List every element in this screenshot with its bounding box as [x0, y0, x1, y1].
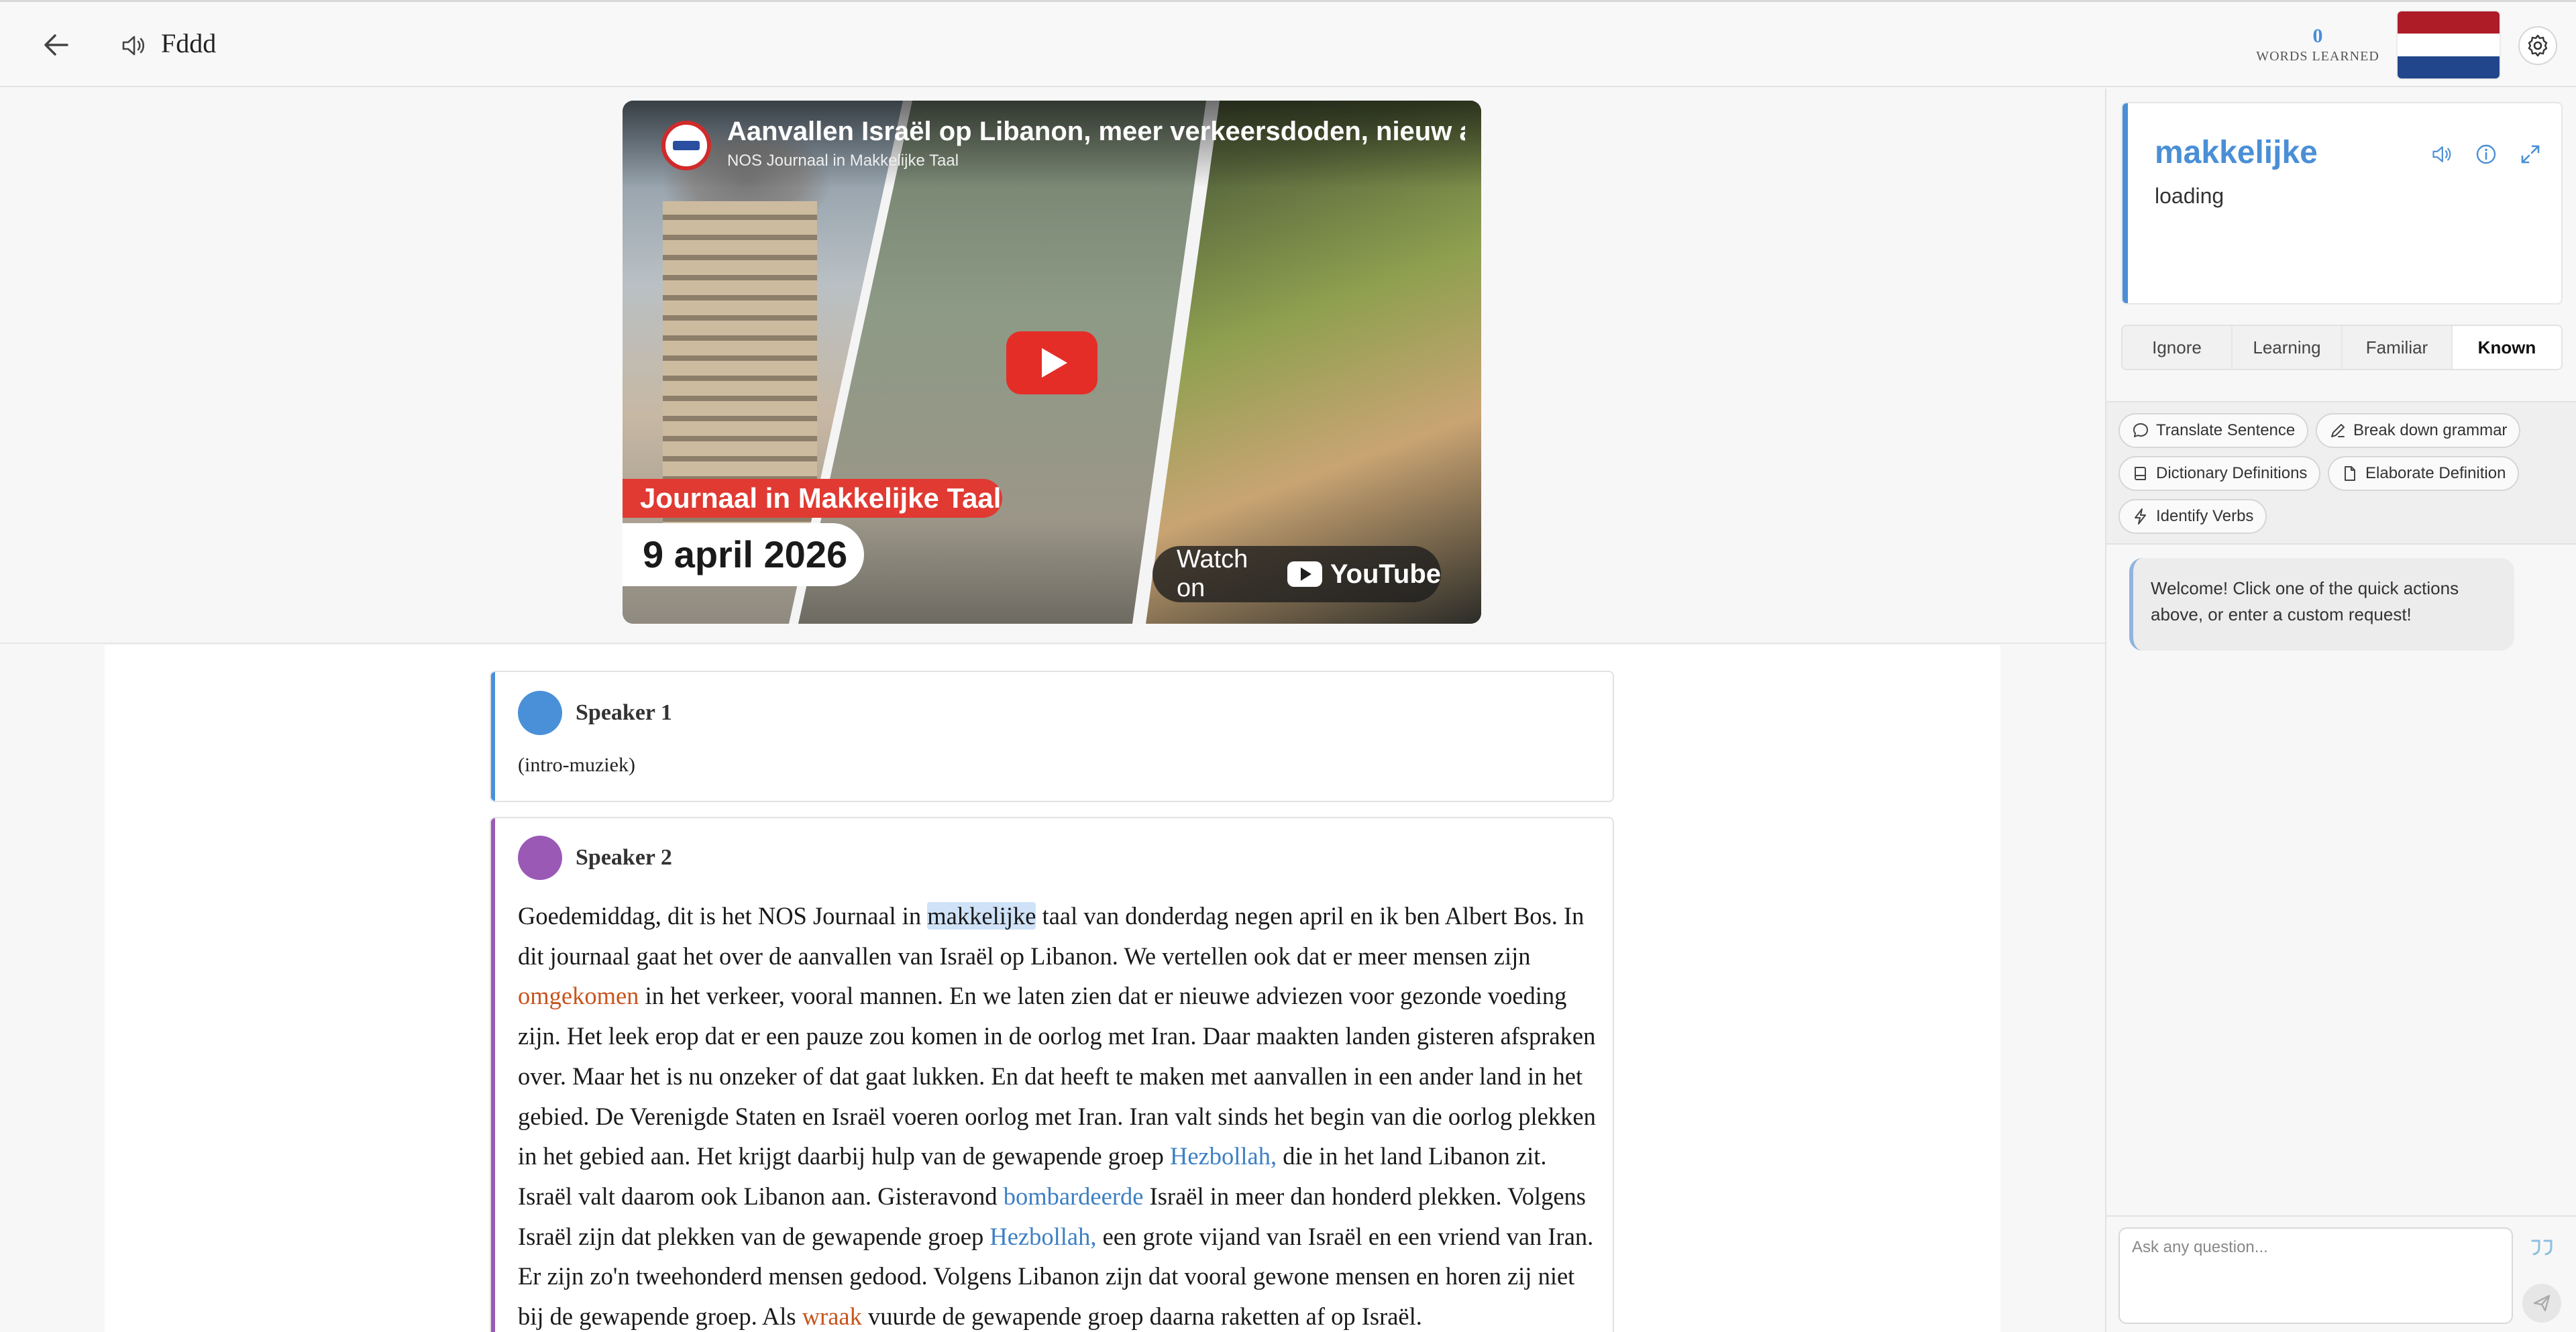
speaker-name: Speaker 2 — [576, 845, 672, 870]
speaker-avatar — [518, 691, 562, 735]
pronounce-button[interactable] — [2427, 140, 2457, 169]
flag-stripe-blue — [2398, 56, 2500, 78]
elaborate-definition-button[interactable]: Elaborate Definition — [2328, 456, 2520, 491]
speaker-header: Speaker 2 — [518, 836, 672, 880]
word-status-selector: Ignore Learning Familiar Known — [2121, 325, 2563, 370]
chat-bubble-icon — [2133, 423, 2148, 437]
transcript-text: (intro-muziek) — [518, 754, 635, 776]
status-learning-button[interactable]: Learning — [2233, 326, 2343, 369]
settings-button[interactable] — [2518, 26, 2557, 65]
highlighted-word-token[interactable]: Hezbollah, — [1170, 1142, 1277, 1170]
expand-button[interactable] — [2516, 140, 2545, 169]
quote-icon — [2531, 1239, 2553, 1256]
arrow-left-icon — [44, 34, 68, 56]
document-icon — [2345, 466, 2355, 481]
status-known-button[interactable]: Known — [2453, 326, 2561, 369]
highlighted-word-token[interactable]: bombardeerde — [1004, 1182, 1144, 1210]
transcript-text: Goedemiddag, dit is het NOS Journaal in … — [518, 902, 1596, 1331]
back-button[interactable] — [39, 30, 74, 60]
speaker-card: Speaker 1 (intro-muziek) — [490, 671, 1614, 802]
words-learned-count: 0 — [2312, 25, 2323, 47]
book-icon — [2135, 467, 2146, 480]
status-familiar-button[interactable]: Familiar — [2343, 326, 2453, 369]
speaker-color-bar — [491, 818, 495, 1332]
speaker-color-bar — [491, 672, 495, 801]
translate-sentence-button[interactable]: Translate Sentence — [2118, 413, 2309, 448]
assistant-message: Welcome! Click one of the quick actions … — [2129, 558, 2514, 651]
selected-word: makkelijke — [2155, 135, 2318, 170]
pen-icon — [2331, 424, 2345, 437]
chip-label: Break down grammar — [2353, 421, 2508, 439]
flag-stripe-red — [2398, 11, 2500, 34]
highlighted-word-token[interactable]: wraak — [802, 1302, 862, 1330]
send-icon — [2533, 1294, 2551, 1312]
flag-stripe-white — [2398, 34, 2500, 56]
expand-icon — [2521, 145, 2540, 164]
words-learned-counter: 0 WORDS LEARNED — [2254, 25, 2381, 65]
lightning-icon — [2135, 508, 2146, 524]
video-title[interactable]: Aanvallen Israël op Libanon, meer verkee… — [727, 117, 1465, 147]
gear-icon — [2528, 34, 2548, 57]
word-info-button[interactable] — [2471, 140, 2501, 169]
play-audio-button[interactable] — [118, 30, 149, 61]
quick-actions: Translate Sentence Break down grammar Di… — [2106, 401, 2576, 545]
top-bar: Fddd 0 WORDS LEARNED — [0, 0, 2576, 87]
youtube-logo-icon — [1287, 561, 1322, 587]
word-card: makkelijke loading — [2121, 102, 2563, 304]
language-flag-button[interactable] — [2398, 11, 2500, 78]
speaker-name: Speaker 1 — [576, 700, 672, 725]
highlighted-word-token[interactable]: Hezbollah, — [989, 1223, 1096, 1250]
quote-button[interactable] — [2525, 1230, 2560, 1265]
video-area: Aanvallen Israël op Libanon, meer verkee… — [0, 89, 2105, 644]
selected-word-token[interactable]: makkelijke — [927, 902, 1036, 930]
video-channel[interactable]: NOS Journaal in Makkelijke Taal — [727, 152, 959, 170]
speaker-icon — [122, 36, 145, 56]
chip-label: Identify Verbs — [2156, 507, 2254, 525]
status-ignore-button[interactable]: Ignore — [2123, 326, 2233, 369]
chat-input-area — [2106, 1215, 2576, 1332]
speaker-card: Speaker 2 Goedemiddag, dit is het NOS Jo… — [490, 817, 1614, 1332]
play-video-button[interactable] — [1006, 331, 1097, 394]
chip-label: Dictionary Definitions — [2156, 464, 2308, 482]
video-banner: Journaal in Makkelijke Taal — [623, 479, 1002, 518]
info-icon — [2476, 144, 2496, 164]
video-thumbnail-building — [663, 201, 817, 577]
ask-question-input[interactable] — [2118, 1227, 2513, 1324]
youtube-label: YouTube — [1330, 559, 1441, 589]
play-icon — [1042, 348, 1067, 378]
page-title: Fddd — [161, 28, 217, 58]
send-button[interactable] — [2522, 1284, 2561, 1323]
chip-label: Translate Sentence — [2156, 421, 2296, 439]
word-card-accent — [2123, 103, 2128, 303]
watch-on-youtube-button[interactable]: Watch on YouTube — [1152, 545, 1441, 602]
video-date: 9 april 2026 — [623, 523, 864, 586]
word-definition: loading — [2155, 184, 2224, 208]
identify-verbs-button[interactable]: Identify Verbs — [2118, 499, 2267, 534]
speaker-avatar — [518, 836, 562, 880]
video-player[interactable]: Aanvallen Israël op Libanon, meer verkee… — [623, 101, 1481, 624]
watch-on-label: Watch on — [1177, 545, 1248, 602]
word-panel: makkelijke loading Ignore Learning Famil… — [2105, 89, 2576, 1332]
words-learned-label: WORDS LEARNED — [2256, 49, 2379, 64]
chip-label: Elaborate Definition — [2365, 464, 2506, 482]
channel-logo[interactable] — [661, 121, 711, 170]
speaker-icon — [2432, 146, 2451, 162]
break-down-grammar-button[interactable]: Break down grammar — [2316, 413, 2521, 448]
speaker-header: Speaker 1 — [518, 691, 672, 735]
highlighted-word-token[interactable]: omgekomen — [518, 982, 639, 1009]
dictionary-definitions-button[interactable]: Dictionary Definitions — [2118, 456, 2321, 491]
